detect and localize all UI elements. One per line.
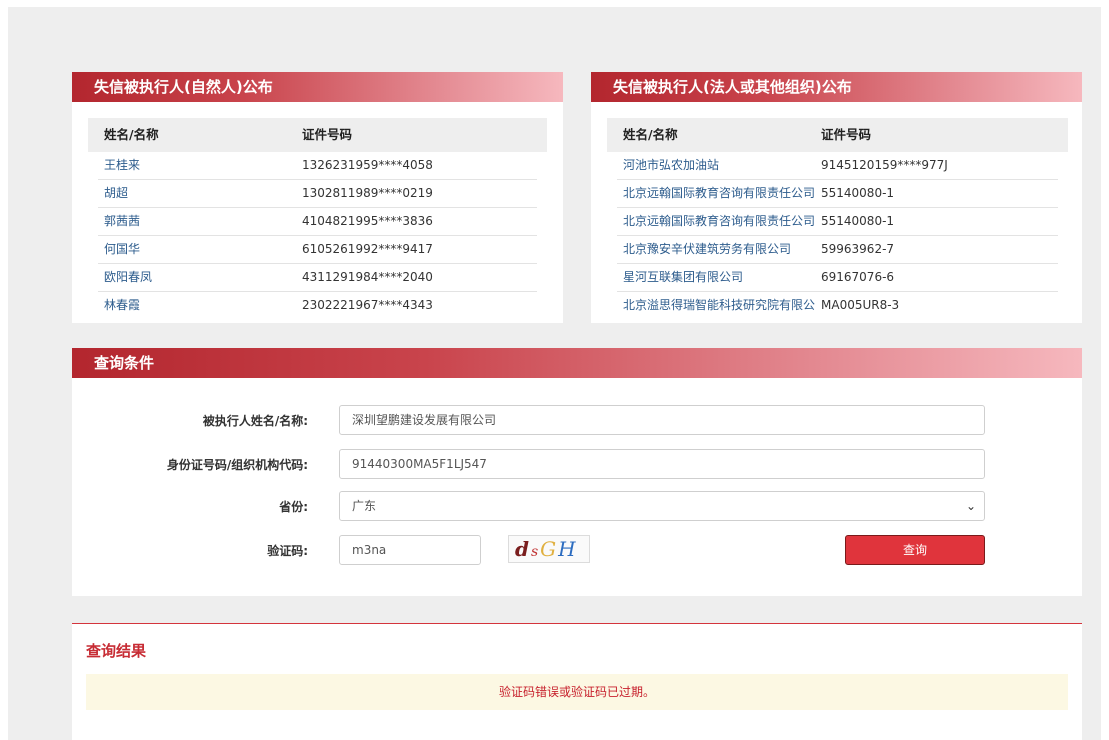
row-name-link[interactable]: 郭茜茜: [98, 208, 302, 235]
province-label: 省份:: [279, 500, 308, 514]
table-row: 欧阳春凤 4311291984****2040: [98, 264, 537, 292]
row-id-number: 2302221967****4343: [302, 298, 433, 312]
row-name-link[interactable]: 王桂来: [98, 152, 302, 179]
row-id-number: 55140080-1: [821, 186, 895, 200]
captcha-char: s: [530, 544, 541, 560]
row-id-number: 59963962-7: [821, 242, 895, 256]
result-message: 验证码错误或验证码已过期。: [86, 674, 1068, 710]
table-row: 星河互联集团有限公司 69167076-6: [617, 264, 1058, 292]
column-header-id: 证件号码: [302, 127, 353, 142]
captcha-label: 验证码:: [267, 544, 308, 558]
query-panel-title: 查询条件: [72, 348, 1082, 378]
captcha-row: 验证码: m3na dsGH 查询: [72, 535, 1082, 567]
table-header: 姓名/名称 证件号码: [607, 118, 1068, 152]
legal-entity-table: 姓名/名称 证件号码 河池市弘农加油站 9145120159****977J 北京远…: [607, 118, 1068, 319]
table-row: 北京溢思得瑞智能科技研究院有限公 MA005UR8-3: [617, 292, 1058, 319]
legal-entity-rows: 河池市弘农加油站 9145120159****977J 北京远翰国际教育咨询有限责任…: [607, 152, 1068, 319]
row-id-number: 55140080-1: [821, 214, 895, 228]
legal-entity-panel: 失信被执行人(法人或其他组织)公布 姓名/名称 证件号码 河池市弘农加油站 914…: [591, 72, 1082, 323]
province-row: 省份: 广东 ⌄: [72, 491, 1082, 523]
name-input[interactable]: 深圳望鹏建设发展有限公司: [339, 405, 985, 435]
captcha-input[interactable]: m3na: [339, 535, 481, 565]
column-header-id: 证件号码: [821, 127, 872, 142]
captcha-char: d: [515, 537, 531, 561]
table-row: 何国华 6105261992****9417: [98, 236, 537, 264]
result-title: 查询结果: [86, 642, 147, 660]
row-id-number: 1302811989****0219: [302, 186, 433, 200]
row-id-number: 6105261992****9417: [302, 242, 433, 256]
natural-person-rows: 王桂来 1326231959****4058 胡超 1302811989****021…: [88, 152, 547, 319]
table-row: 北京远翰国际教育咨询有限责任公司 55140080-1: [617, 208, 1058, 236]
table-row: 林春霞 2302221967****4343: [98, 292, 537, 319]
table-row: 河池市弘农加油站 9145120159****977J: [617, 152, 1058, 180]
row-id-number: 4311291984****2040: [302, 270, 433, 284]
row-name-link[interactable]: 北京溢思得瑞智能科技研究院有限公: [617, 292, 821, 319]
captcha-image[interactable]: dsGH: [508, 535, 590, 563]
row-name-link[interactable]: 何国华: [98, 236, 302, 263]
natural-person-table: 姓名/名称 证件号码 王桂来 1326231959****4058 胡超 130281…: [88, 118, 547, 319]
row-name-link[interactable]: 林春霞: [98, 292, 302, 319]
province-select[interactable]: 广东 ⌄: [339, 491, 985, 521]
row-name-link[interactable]: 星河互联集团有限公司: [617, 264, 821, 291]
id-input[interactable]: 91440300MA5F1LJ547: [339, 449, 985, 479]
legal-entity-panel-title: 失信被执行人(法人或其他组织)公布: [591, 72, 1082, 102]
row-id-number: 4104821995****3836: [302, 214, 433, 228]
row-name-link[interactable]: 北京远翰国际教育咨询有限责任公司: [617, 180, 821, 207]
table-row: 王桂来 1326231959****4058: [98, 152, 537, 180]
query-button[interactable]: 查询: [845, 535, 985, 565]
row-id-number: 1326231959****4058: [302, 158, 433, 172]
province-selected-value: 广东: [352, 499, 377, 513]
table-header: 姓名/名称 证件号码: [88, 118, 547, 152]
natural-person-panel: 失信被执行人(自然人)公布 姓名/名称 证件号码 王桂来 1326231959**…: [72, 72, 563, 323]
page-background: 失信被执行人(自然人)公布 姓名/名称 证件号码 王桂来 1326231959**…: [8, 7, 1101, 740]
row-name-link[interactable]: 欧阳春凤: [98, 264, 302, 291]
column-header-name: 姓名/名称: [623, 127, 678, 142]
column-header-name: 姓名/名称: [104, 127, 159, 142]
row-name-link[interactable]: 北京远翰国际教育咨询有限责任公司: [617, 208, 821, 235]
id-label: 身份证号码/组织机构代码:: [166, 458, 308, 472]
table-row: 北京豫安辛伏建筑劳务有限公司 59963962-7: [617, 236, 1058, 264]
table-row: 胡超 1302811989****0219: [98, 180, 537, 208]
row-id-number: 9145120159****977J: [821, 158, 948, 172]
query-panel: 查询条件 被执行人姓名/名称: 深圳望鹏建设发展有限公司 身份证号码/组织机构代…: [72, 348, 1082, 596]
natural-person-panel-title: 失信被执行人(自然人)公布: [72, 72, 563, 102]
row-name-link[interactable]: 北京豫安辛伏建筑劳务有限公司: [617, 236, 821, 263]
captcha-char: G: [540, 537, 559, 561]
table-row: 郭茜茜 4104821995****3836: [98, 208, 537, 236]
row-name-link[interactable]: 胡超: [98, 180, 302, 207]
row-id-number: MA005UR8-3: [821, 298, 900, 312]
chevron-down-icon: ⌄: [965, 499, 976, 513]
id-row: 身份证号码/组织机构代码: 91440300MA5F1LJ547: [72, 449, 1082, 481]
table-row: 北京远翰国际教育咨询有限责任公司 55140080-1: [617, 180, 1058, 208]
captcha-char: H: [558, 537, 578, 561]
name-row: 被执行人姓名/名称: 深圳望鹏建设发展有限公司: [72, 405, 1082, 437]
name-label: 被执行人姓名/名称:: [202, 414, 308, 428]
row-id-number: 69167076-6: [821, 270, 895, 284]
result-panel: 查询结果 验证码错误或验证码已过期。: [72, 623, 1082, 740]
row-name-link[interactable]: 河池市弘农加油站: [617, 152, 821, 179]
